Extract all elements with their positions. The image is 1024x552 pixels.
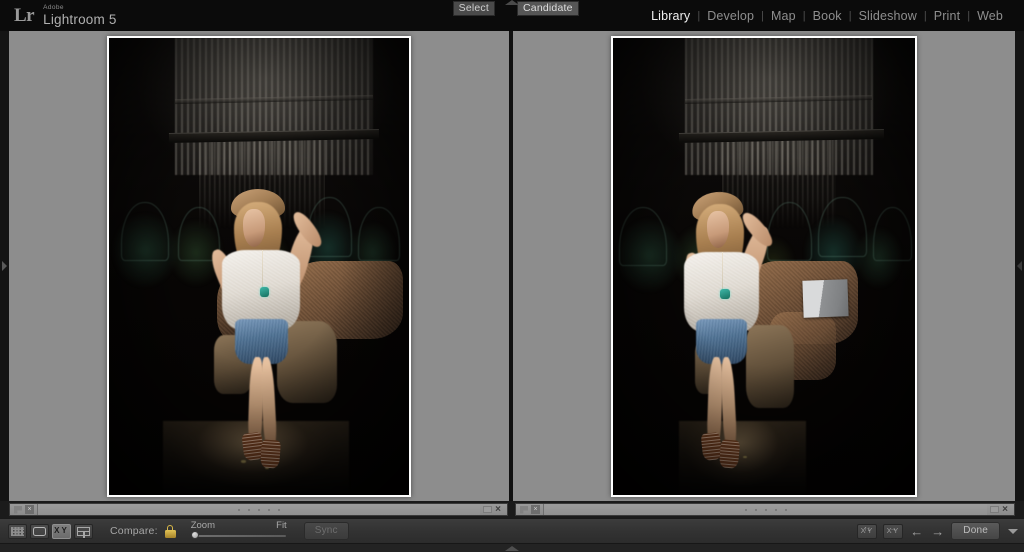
loupe-icon [33, 526, 46, 536]
module-map[interactable]: Map [764, 9, 803, 23]
select-pane[interactable] [9, 31, 509, 501]
module-library[interactable]: Library [644, 9, 697, 23]
show-top-panel-arrow-icon[interactable] [505, 0, 519, 5]
pane-divider [509, 31, 513, 501]
previous-photo-button[interactable]: ← [909, 525, 924, 538]
lock-body [164, 529, 176, 538]
make-select-arrow-icon: → [889, 525, 897, 533]
show-left-panel-arrow-icon[interactable] [2, 261, 7, 271]
photo-vignette [613, 37, 915, 495]
next-photo-button[interactable]: → [930, 525, 945, 538]
rating-dot[interactable] [268, 508, 270, 511]
close-icon[interactable]: × [999, 504, 1011, 515]
compare-label: Compare: [110, 525, 158, 537]
swap-photos-button[interactable]: ↑↓ XY [857, 523, 878, 539]
app-title-block: Adobe Lightroom 5 [43, 3, 117, 27]
zoom-slider-group[interactable]: Zoom Fit [190, 519, 287, 543]
color-label-swatch[interactable] [483, 506, 492, 513]
chevron-down-icon[interactable] [1008, 528, 1018, 534]
rating-dot[interactable] [238, 508, 240, 511]
candidate-photo-frame [611, 35, 917, 497]
module-develop[interactable]: Develop [700, 9, 761, 23]
select-photo-frame [107, 35, 411, 497]
xy-compare-icon: XY [54, 526, 69, 535]
zoom-slider-track[interactable] [191, 534, 286, 537]
swap-arrows-icon: ↑↓ [863, 525, 871, 533]
module-picker[interactable]: Library | Develop | Map | Book | Slidesh… [644, 0, 1010, 31]
module-slideshow[interactable]: Slideshow [852, 9, 924, 23]
done-button[interactable]: Done [951, 522, 1000, 540]
loupe-view-button[interactable] [30, 523, 49, 539]
grid-icon [11, 526, 24, 536]
lock-closed-icon[interactable] [164, 524, 176, 538]
rating-dot[interactable] [754, 508, 757, 511]
candidate-rating-track[interactable] [543, 504, 987, 515]
sync-button[interactable]: Sync [303, 522, 349, 540]
show-filmstrip-arrow-icon[interactable] [505, 546, 519, 551]
color-label-swatch[interactable] [990, 506, 999, 513]
flag-icon[interactable] [520, 505, 528, 514]
survey-icon [77, 526, 90, 539]
rating-dot[interactable] [764, 508, 767, 511]
close-icon[interactable]: × [492, 504, 504, 515]
flag-icon[interactable] [14, 505, 22, 514]
select-photo[interactable] [109, 37, 409, 495]
lightroom-logo-icon: Lr [14, 5, 35, 26]
module-book[interactable]: Book [806, 9, 849, 23]
candidate-info-bar[interactable]: × × [515, 503, 1015, 516]
compare-work-area [0, 31, 1024, 501]
compare-view-button[interactable]: XY [52, 523, 71, 539]
photo-info-bars: × × × × [0, 501, 1024, 518]
reject-x-icon[interactable]: × [531, 505, 540, 514]
rating-dot[interactable] [258, 508, 260, 511]
app-name-label: Lightroom 5 [43, 12, 117, 27]
survey-view-button[interactable] [74, 523, 93, 539]
rating-dot[interactable] [744, 508, 747, 511]
filmstrip-collapsed-bar[interactable] [0, 543, 1024, 552]
module-print[interactable]: Print [927, 9, 967, 23]
candidate-pane[interactable] [513, 31, 1015, 501]
grid-view-button[interactable] [8, 523, 27, 539]
bottom-toolbar: XY Compare: Zoom Fit Sync ↑↓ XY → XY ← → [0, 518, 1024, 543]
candidate-photo[interactable] [613, 37, 915, 495]
rating-dot[interactable] [784, 508, 787, 511]
reject-x-icon[interactable]: × [25, 505, 34, 514]
view-mode-group: XY [0, 523, 93, 539]
brand-adobe-label: Adobe [43, 3, 64, 11]
rating-dot[interactable] [774, 508, 777, 511]
zoom-slider-thumb[interactable] [190, 530, 199, 539]
rating-dot[interactable] [248, 508, 250, 511]
photo-vignette [109, 37, 409, 495]
fit-label: Fit [276, 519, 287, 531]
identity-plate[interactable]: Lr Adobe Lightroom 5 [0, 3, 117, 27]
compare-controls-group: Compare: Zoom Fit Sync [110, 520, 349, 543]
make-select-button[interactable]: → XY [883, 523, 904, 539]
select-info-bar[interactable]: × × [9, 503, 508, 516]
select-rating-track[interactable] [37, 504, 480, 515]
rating-dot[interactable] [278, 508, 280, 511]
compare-actions-group: ↑↓ XY → XY ← → Done [857, 522, 1018, 540]
module-web[interactable]: Web [970, 9, 1010, 23]
zoom-label: Zoom [190, 519, 215, 531]
show-right-panel-arrow-icon[interactable] [1017, 261, 1022, 271]
